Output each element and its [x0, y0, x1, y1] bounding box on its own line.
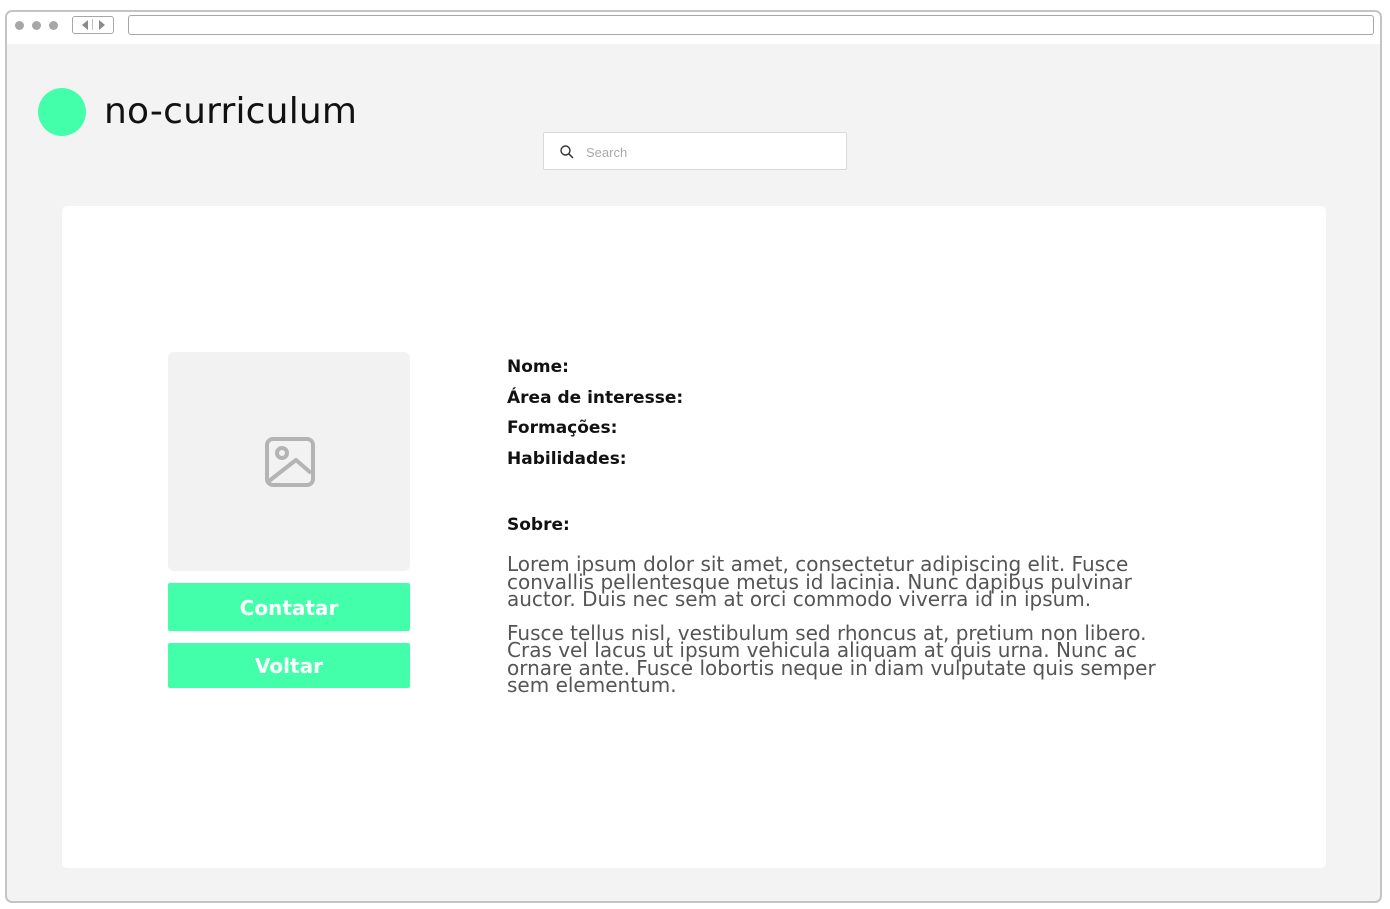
education-label: Formações: — [507, 418, 618, 438]
profile-photo — [168, 352, 410, 571]
skills-label: Habilidades: — [507, 448, 627, 469]
name-label: Nome: — [507, 357, 569, 377]
image-placeholder-icon — [265, 437, 315, 487]
brand-logo — [38, 88, 86, 136]
browser-chrome — [7, 12, 1380, 44]
search-icon — [560, 145, 574, 159]
search-box[interactable] — [543, 132, 847, 170]
profile-card: Contatar Voltar Nome: Área de interesse:… — [62, 206, 1326, 868]
about-paragraph: Lorem ipsum dolor sit amet, consectetur … — [507, 552, 1132, 611]
search-input[interactable] — [584, 141, 838, 163]
back-arrow-icon[interactable] — [82, 20, 88, 30]
profile-fields: Nome: Área de interesse: Formações: Habi… — [507, 352, 683, 474]
window-dot-icon[interactable] — [32, 21, 41, 30]
interest-area-label: Área de interesse: — [507, 387, 684, 408]
browser-nav-buttons — [72, 16, 114, 34]
window-dot-icon[interactable] — [49, 21, 58, 30]
contact-button[interactable]: Contatar — [168, 583, 410, 631]
address-bar[interactable] — [128, 15, 1374, 35]
about-text: Lorem ipsum dolor sit amet, consectetur … — [507, 552, 1167, 711]
nav-divider — [92, 19, 93, 30]
about-paragraph: Fusce tellus nisl, vestibulum sed rhoncu… — [507, 620, 1156, 697]
about-label: Sobre: — [507, 515, 570, 535]
back-button[interactable]: Voltar — [168, 643, 410, 688]
browser-window: no-curriculum Contatar Voltar Nome: Área… — [5, 10, 1382, 903]
forward-arrow-icon[interactable] — [99, 20, 105, 30]
brand-name: no-curriculum — [104, 91, 358, 132]
window-dot-icon[interactable] — [15, 21, 24, 30]
